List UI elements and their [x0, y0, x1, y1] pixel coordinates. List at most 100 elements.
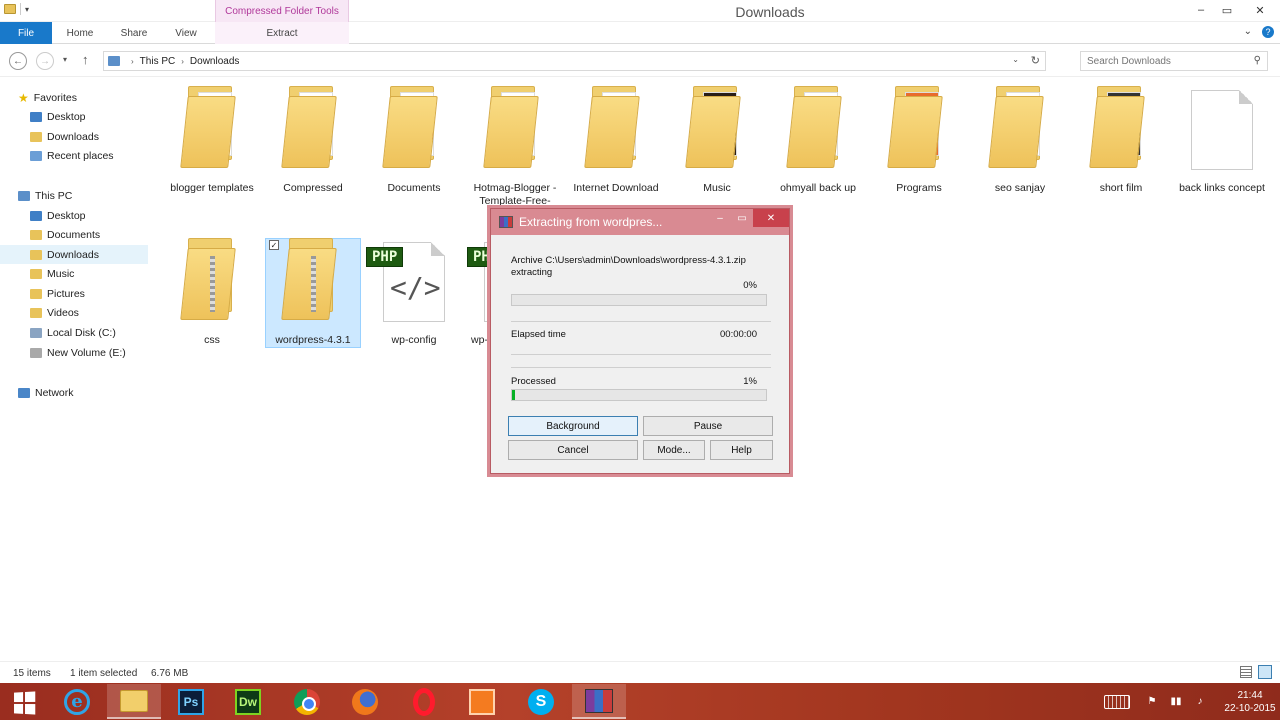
close-button[interactable]: ✕: [1240, 0, 1280, 20]
breadcrumb-downloads[interactable]: Downloads: [190, 56, 239, 67]
refresh-icon[interactable]: ↻: [1031, 54, 1040, 67]
chevron-right-icon[interactable]: ›: [181, 57, 184, 66]
taskbar-internet-explorer[interactable]: e: [50, 684, 104, 719]
nav-label: Videos: [47, 306, 79, 319]
nav-pc-local-disk[interactable]: Local Disk (C:): [0, 323, 148, 342]
nav-pc-new-volume[interactable]: New Volume (E:): [0, 343, 148, 362]
taskbar-chrome[interactable]: [280, 684, 334, 719]
recent-locations-icon[interactable]: ▾: [63, 55, 67, 64]
help-icon[interactable]: ?: [1262, 26, 1274, 38]
nav-label: Local Disk (C:): [47, 326, 116, 339]
large-icons-view-icon[interactable]: [1258, 665, 1272, 679]
nav-network[interactable]: Network: [0, 383, 148, 402]
search-box[interactable]: ⚲: [1080, 51, 1268, 71]
file-tile[interactable]: Internet Download: [568, 86, 664, 194]
customize-qat-icon[interactable]: ▾: [25, 5, 29, 14]
start-button[interactable]: [8, 690, 38, 715]
file-tile[interactable]: css: [164, 238, 260, 346]
file-name: wordpress-4.3.1: [275, 334, 351, 346]
nav-pc-pictures[interactable]: Pictures: [0, 284, 148, 303]
taskbar-file-explorer[interactable]: [107, 684, 161, 719]
file-tile[interactable]: short film: [1073, 86, 1169, 194]
file-tile[interactable]: seo sanjay: [972, 86, 1068, 194]
drive-icon: [30, 347, 42, 358]
dialog-minimize-button[interactable]: –: [709, 209, 731, 227]
clock[interactable]: 21:44 22-10-2015: [1220, 689, 1280, 715]
zip-folder-icon: [180, 238, 240, 322]
divider: [511, 367, 771, 368]
window-controls: – ▭ ✕: [1188, 0, 1280, 20]
taskbar-dreamweaver[interactable]: Dw: [221, 684, 275, 719]
extraction-dialog: Extracting from wordpres... – ▭ ✕ Archiv…: [490, 208, 790, 474]
dialog-close-button[interactable]: ✕: [753, 209, 789, 227]
volume-icon[interactable]: ♪: [1192, 696, 1208, 708]
details-view-icon[interactable]: [1240, 666, 1252, 678]
address-dropdown-icon[interactable]: ⌄: [1012, 55, 1019, 64]
up-button[interactable]: ↑: [82, 52, 89, 67]
folder-icon: [685, 86, 745, 170]
taskbar-opera[interactable]: [397, 684, 451, 719]
search-icon[interactable]: ⚲: [1254, 55, 1261, 66]
flag-icon[interactable]: ⚑: [1144, 696, 1160, 708]
nav-pc-music[interactable]: Music: [0, 264, 148, 283]
background-button[interactable]: Background: [508, 416, 638, 436]
help-button[interactable]: Help: [710, 440, 773, 460]
taskbar-skype[interactable]: S: [514, 684, 568, 719]
search-input[interactable]: [1087, 55, 1247, 67]
back-button[interactable]: ←: [9, 52, 27, 70]
nav-favorites[interactable]: ★ Favorites: [0, 88, 148, 107]
elapsed-label: Elapsed time: [511, 329, 566, 340]
taskbar-orange-app[interactable]: [455, 684, 509, 719]
touch-keyboard-icon[interactable]: [1104, 694, 1130, 709]
taskbar: e Ps Dw S ⚑ ▮▮ ♪ 21:44 22-10-2015: [0, 683, 1280, 720]
nav-pc-documents[interactable]: Documents: [0, 225, 148, 244]
file-tile[interactable]: Compressed: [265, 86, 361, 194]
checkbox-icon[interactable]: ✓: [269, 240, 279, 250]
tab-file[interactable]: File: [0, 22, 52, 44]
file-tile[interactable]: PHP </> wp-config: [366, 238, 462, 346]
mode-button[interactable]: Mode...: [643, 440, 705, 460]
file-tile[interactable]: back links concept: [1174, 86, 1270, 194]
clock-time: 21:44: [1237, 689, 1263, 701]
file-tile-selected[interactable]: ✓ wordpress-4.3.1: [265, 238, 361, 348]
file-tile[interactable]: ohmyall back up: [770, 86, 866, 194]
cancel-button[interactable]: Cancel: [508, 440, 638, 460]
nav-pc-desktop[interactable]: Desktop: [0, 206, 148, 225]
photoshop-icon: Ps: [178, 688, 204, 715]
tab-extract[interactable]: Extract: [215, 22, 349, 44]
nav-fav-recent[interactable]: Recent places: [0, 146, 148, 165]
nav-fav-desktop[interactable]: Desktop: [0, 107, 148, 126]
file-tile[interactable]: blogger templates: [164, 86, 260, 194]
status-bar: 15 items 1 item selected 6.76 MB: [0, 661, 1280, 683]
file-tile[interactable]: Documents: [366, 86, 462, 194]
file-tile[interactable]: Hotmag-Blogger -Template-Free-: [467, 86, 563, 207]
folder-icon[interactable]: [4, 4, 16, 14]
nav-pc-videos[interactable]: Videos: [0, 303, 148, 322]
dialog-title-bar[interactable]: Extracting from wordpres... – ▭ ✕: [491, 209, 789, 235]
maximize-button[interactable]: ▭: [1214, 0, 1240, 20]
breadcrumb-this-pc[interactable]: This PC: [140, 56, 176, 67]
navigation-pane: ★ Favorites Desktop Downloads Recent pla…: [0, 78, 150, 661]
expand-ribbon-icon[interactable]: ⌄: [1244, 26, 1252, 38]
file-name: short film: [1099, 182, 1143, 194]
file-tile[interactable]: Programs: [871, 86, 967, 194]
chevron-right-icon[interactable]: ›: [131, 57, 134, 66]
dialog-maximize-button[interactable]: ▭: [731, 209, 753, 227]
address-bar[interactable]: › This PC › Downloads ⌄ ↻: [103, 51, 1046, 71]
taskbar-firefox[interactable]: [338, 684, 392, 719]
extract-percent: 0%: [743, 280, 757, 291]
network-icon[interactable]: ▮▮: [1168, 696, 1184, 708]
minimize-button[interactable]: –: [1188, 0, 1214, 20]
selected-count: 1 item selected: [70, 668, 138, 679]
tab-share[interactable]: Share: [108, 22, 160, 44]
tab-view[interactable]: View: [160, 22, 212, 44]
forward-button[interactable]: →: [36, 52, 54, 70]
nav-this-pc[interactable]: This PC: [0, 186, 148, 205]
tab-home[interactable]: Home: [54, 22, 106, 44]
file-tile[interactable]: Music: [669, 86, 765, 194]
pause-button[interactable]: Pause: [643, 416, 773, 436]
taskbar-photoshop[interactable]: Ps: [164, 684, 218, 719]
taskbar-winrar[interactable]: [572, 684, 626, 719]
nav-pc-downloads[interactable]: Downloads: [0, 245, 148, 264]
nav-fav-downloads[interactable]: Downloads: [0, 127, 148, 146]
